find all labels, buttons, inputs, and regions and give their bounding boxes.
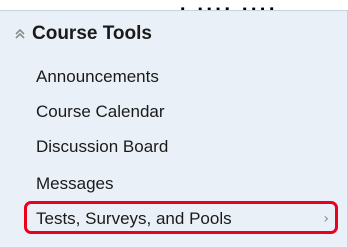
menu-item-label: Tests, Surveys, and Pools bbox=[36, 209, 232, 228]
page: , ..., ..., Course Tools Announcements C… bbox=[0, 0, 348, 247]
menu-item-announcements[interactable]: Announcements bbox=[36, 67, 159, 87]
course-tools-panel: Course Tools Announcements Course Calend… bbox=[0, 10, 348, 247]
menu-item-course-calendar[interactable]: Course Calendar bbox=[36, 102, 165, 122]
menu-item-messages[interactable]: Messages bbox=[36, 174, 113, 194]
menu-item-tests-surveys-pools[interactable]: Tests, Surveys, and Pools › bbox=[24, 201, 338, 234]
chevron-right-icon: › bbox=[323, 211, 329, 227]
menu-item-discussion-board[interactable]: Discussion Board bbox=[36, 137, 168, 157]
course-tools-menu: Announcements Course Calendar Discussion… bbox=[0, 11, 347, 247]
